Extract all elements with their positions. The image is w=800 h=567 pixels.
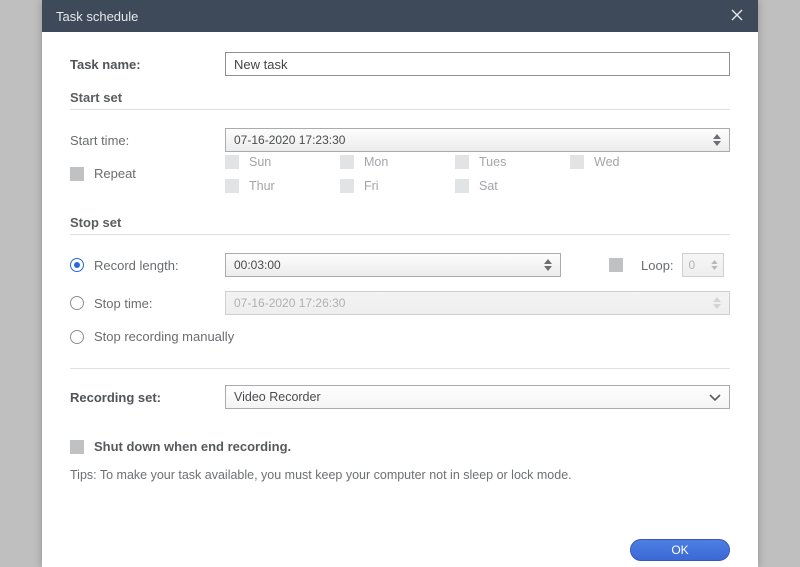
repeat-days-group: Sun Mon Tues Wed Thur Fri Sat [225, 155, 730, 193]
repeat-checkbox[interactable] [70, 167, 84, 181]
start-time-label: Start time: [70, 133, 225, 148]
day-sun-checkbox[interactable] [225, 155, 239, 169]
record-length-value: 00:03:00 [234, 258, 281, 272]
stop-time-value: 07-16-2020 17:26:30 [234, 296, 345, 310]
loop-checkbox[interactable] [609, 258, 623, 272]
spinner-arrows-icon[interactable] [713, 130, 725, 150]
stop-time-spinner[interactable]: 07-16-2020 17:26:30 [225, 291, 730, 315]
day-mon-checkbox[interactable] [340, 155, 354, 169]
stop-time-label: Stop time: [94, 296, 153, 311]
day-wed-label: Wed [594, 155, 619, 169]
stop-set-title: Stop set [70, 215, 730, 230]
start-time-spinner[interactable]: 07-16-2020 17:23:30 [225, 128, 730, 152]
divider [70, 109, 730, 110]
repeat-label: Repeat [94, 166, 136, 181]
chevron-down-icon [709, 390, 721, 404]
day-wed-checkbox[interactable] [570, 155, 584, 169]
loop-count-spinner[interactable]: 0 [682, 253, 724, 277]
loop-value: 0 [689, 258, 696, 272]
day-sun-label: Sun [249, 155, 271, 169]
record-length-spinner[interactable]: 00:03:00 [225, 253, 561, 277]
tips-text: Tips: To make your task available, you m… [70, 468, 730, 482]
task-name-label: Task name: [70, 57, 225, 72]
day-thur-checkbox[interactable] [225, 179, 239, 193]
day-fri-checkbox[interactable] [340, 179, 354, 193]
day-mon-label: Mon [364, 155, 388, 169]
stop-time-radio[interactable] [70, 296, 84, 310]
recording-set-value: Video Recorder [234, 390, 321, 404]
recording-set-label: Recording set: [70, 390, 225, 405]
spinner-arrows-icon[interactable] [713, 293, 725, 313]
shutdown-checkbox[interactable] [70, 440, 84, 454]
spinner-arrows-icon[interactable] [544, 255, 556, 275]
start-set-title: Start set [70, 90, 730, 105]
divider [70, 368, 730, 369]
spinner-arrows-icon[interactable] [711, 256, 718, 274]
dialog-title: Task schedule [56, 9, 138, 24]
close-icon[interactable] [730, 8, 744, 25]
stop-manual-radio[interactable] [70, 330, 84, 344]
task-schedule-dialog: Task schedule Task name: Start set Start… [42, 0, 758, 567]
day-thur-label: Thur [249, 179, 275, 193]
divider [70, 234, 730, 235]
start-time-value: 07-16-2020 17:23:30 [234, 133, 345, 147]
titlebar: Task schedule [42, 0, 758, 32]
day-sat-label: Sat [479, 179, 498, 193]
shutdown-label: Shut down when end recording. [94, 439, 291, 454]
recording-set-select[interactable]: Video Recorder [225, 385, 730, 409]
task-name-input[interactable] [225, 52, 730, 76]
record-length-radio[interactable] [70, 258, 84, 272]
day-tues-label: Tues [479, 155, 506, 169]
ok-button[interactable]: OK [630, 539, 730, 561]
stop-manual-label: Stop recording manually [94, 329, 234, 344]
day-fri-label: Fri [364, 179, 379, 193]
loop-label: Loop: [641, 258, 674, 273]
record-length-label: Record length: [94, 258, 179, 273]
day-tues-checkbox[interactable] [455, 155, 469, 169]
ok-button-label: OK [671, 543, 688, 557]
day-sat-checkbox[interactable] [455, 179, 469, 193]
